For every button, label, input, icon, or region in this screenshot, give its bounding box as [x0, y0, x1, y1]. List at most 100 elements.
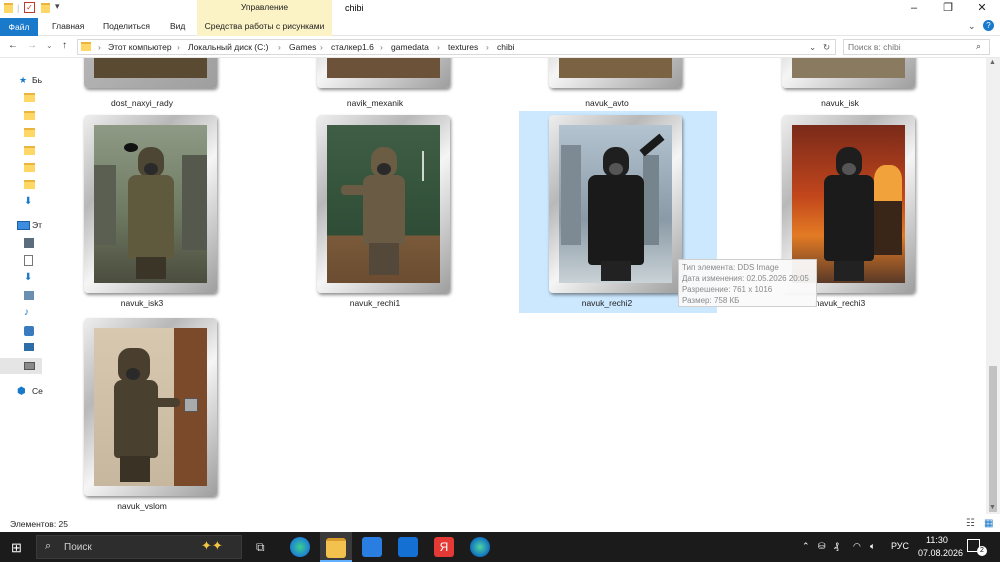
refresh-icon[interactable]: ↻: [823, 42, 830, 53]
nav-item-folder[interactable]: [24, 92, 35, 103]
network-icon[interactable]: ⬢: [17, 386, 26, 397]
chevron-right-icon[interactable]: ›: [380, 42, 383, 52]
quick-access-star-icon[interactable]: ★: [19, 75, 27, 86]
status-bar: Элементов: 25 ☷ ▦: [0, 514, 1000, 532]
chevron-right-icon[interactable]: ›: [437, 42, 440, 52]
file-item[interactable]: navuk_isk3: [43, 111, 241, 313]
forward-arrow-icon[interactable]: →: [27, 40, 37, 51]
file-item[interactable]: navuk_avto: [508, 58, 706, 118]
breadcrumb-chibi[interactable]: chibi: [497, 42, 514, 52]
search-icon[interactable]: ⌕: [976, 41, 981, 52]
quick-access-dropdown-icon[interactable]: ▾: [55, 1, 60, 12]
file-explorer-icon: [326, 538, 346, 558]
downloads-icon[interactable]: ⬇: [24, 196, 32, 207]
wifi-icon[interactable]: ◠: [853, 541, 861, 552]
chevron-right-icon[interactable]: ›: [177, 42, 180, 52]
language-bar-icon[interactable]: ₰: [834, 541, 839, 551]
breadcrumb-this-pc[interactable]: Этот компьютер: [108, 42, 172, 52]
nav-item-local-disk[interactable]: [0, 358, 42, 374]
nav-item-folder[interactable]: [24, 110, 35, 121]
file-item[interactable]: navuk_vslom: [43, 314, 241, 514]
new-folder-icon[interactable]: [41, 3, 50, 13]
breadcrumb-games[interactable]: Games: [289, 42, 316, 52]
input-language[interactable]: РУС: [891, 541, 909, 551]
mail-icon[interactable]: [398, 537, 418, 557]
scrollbar-thumb[interactable]: [989, 366, 997, 512]
file-item[interactable]: dost_naxyi_rady: [43, 58, 241, 118]
nav-item-folder[interactable]: [24, 179, 35, 190]
help-icon[interactable]: ?: [983, 20, 994, 31]
thumbnail: [549, 115, 682, 293]
search-input[interactable]: [848, 41, 968, 53]
address-field[interactable]: › Этот компьютер › Локальный диск (C:) ›…: [77, 39, 836, 55]
details-view-icon[interactable]: ☷: [966, 518, 975, 529]
tab-home[interactable]: Главная: [52, 21, 84, 31]
folder-icon: [24, 180, 35, 190]
file-tooltip: Тип элемента: DDS Image Дата изменения: …: [678, 259, 817, 307]
breadcrumb-textures[interactable]: textures: [448, 42, 478, 52]
file-explorer-taskbar-button[interactable]: [320, 532, 352, 562]
clock-date[interactable]: 07.08.2026: [918, 548, 963, 558]
this-pc-icon[interactable]: [17, 221, 30, 230]
breadcrumb-stalker[interactable]: сталкер1.6: [331, 42, 374, 52]
tab-file[interactable]: Файл: [0, 18, 38, 36]
music-icon[interactable]: ♪: [24, 307, 29, 318]
scroll-down-icon[interactable]: ▼: [989, 504, 996, 511]
close-button[interactable]: ✕: [962, 0, 1000, 18]
documents-icon[interactable]: [24, 255, 33, 266]
chevron-right-icon[interactable]: ›: [486, 42, 489, 52]
thumbnail: [84, 115, 217, 293]
yandex-browser-icon[interactable]: Я: [434, 537, 454, 557]
tab-picture-tools[interactable]: Средства работы с рисунками: [197, 21, 332, 31]
show-hidden-icons-icon[interactable]: ⌃: [802, 541, 810, 552]
edge-icon[interactable]: [290, 537, 310, 557]
file-item[interactable]: navuk_isk: [741, 58, 939, 118]
chevron-right-icon[interactable]: ›: [98, 42, 101, 52]
back-arrow-icon[interactable]: ←: [8, 40, 18, 51]
tooltip-modified: Дата изменения: 02.05.2026 20:05: [682, 274, 809, 283]
task-view-icon[interactable]: ⧉: [256, 540, 265, 555]
nav-item-folder[interactable]: [24, 145, 35, 156]
chevron-right-icon[interactable]: ›: [320, 42, 323, 52]
taskbar-search[interactable]: ⌕ Поиск ✦✦: [36, 535, 242, 559]
pictures-icon[interactable]: [24, 291, 34, 300]
up-arrow-icon[interactable]: ↑: [62, 40, 67, 51]
expand-ribbon-icon[interactable]: ⌄: [968, 21, 976, 32]
separator: |: [17, 3, 20, 13]
breadcrumb-gamedata[interactable]: gamedata: [391, 42, 429, 52]
network-tray-icon[interactable]: ⛁: [818, 541, 826, 552]
picture-tools-group[interactable]: Управление Средства работы с рисунками: [197, 0, 332, 36]
address-dropdown-icon[interactable]: ⌄: [809, 42, 816, 53]
file-name: navuk_rechi2: [581, 298, 633, 308]
properties-icon[interactable]: ✓: [24, 2, 35, 13]
tab-view[interactable]: Вид: [170, 21, 185, 31]
tooltip-resolution: Разрешение: 761 x 1016: [682, 285, 773, 294]
scroll-up-icon[interactable]: ▲: [989, 59, 996, 66]
desktop-icon[interactable]: [24, 343, 34, 351]
objects-3d-icon[interactable]: [24, 326, 34, 336]
folder-icon: [24, 146, 35, 156]
thumbnail: [84, 58, 217, 88]
thumbnail: [317, 58, 450, 88]
clock-time[interactable]: 11:30: [926, 535, 948, 545]
recent-chevron-icon[interactable]: ⌄: [46, 41, 53, 50]
breadcrumb-local-disk[interactable]: Локальный диск (C:): [188, 42, 268, 52]
folder-icon: [24, 111, 35, 121]
nav-item-folder[interactable]: [24, 127, 35, 138]
tab-share[interactable]: Поделиться: [103, 21, 150, 31]
video-icon[interactable]: [24, 238, 34, 248]
folder-icon: [24, 128, 35, 138]
start-windows-icon[interactable]: ⊞: [11, 540, 22, 556]
volume-icon[interactable]: 🔈︎: [870, 541, 875, 552]
nav-item-folder[interactable]: [24, 162, 35, 173]
file-item[interactable]: navuk_rechi1: [276, 111, 474, 313]
edge-dev-icon[interactable]: [470, 537, 490, 557]
large-icons-view-icon[interactable]: ▦: [984, 518, 993, 529]
file-item[interactable]: navik_mexanik: [276, 58, 474, 118]
store-icon[interactable]: [362, 537, 382, 557]
chevron-right-icon[interactable]: ›: [278, 42, 281, 52]
search-box[interactable]: ⌕: [843, 39, 990, 55]
taskbar-search-label: Поиск: [64, 542, 92, 553]
vertical-scrollbar[interactable]: ▲ ▼: [986, 58, 1000, 514]
downloads-icon[interactable]: ⬇: [24, 272, 32, 283]
